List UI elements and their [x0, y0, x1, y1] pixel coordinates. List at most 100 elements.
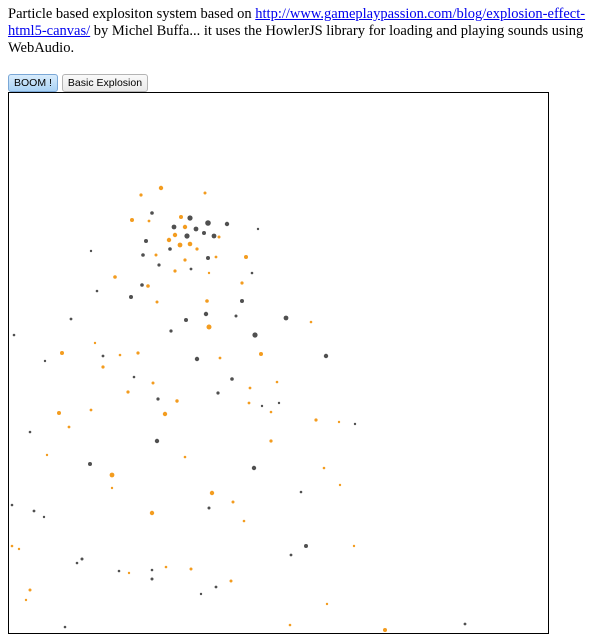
orange-particle [139, 193, 143, 197]
orange-particle [166, 237, 172, 243]
dark-particle [277, 401, 281, 405]
dark-particle [157, 263, 161, 267]
dark-particle [88, 462, 92, 466]
dark-particle [250, 271, 254, 275]
dark-particle [299, 490, 303, 494]
dark-particle [140, 283, 144, 287]
dark-particle [69, 317, 73, 321]
orange-particle [164, 565, 168, 569]
dark-particle [89, 249, 93, 253]
orange-particle [17, 547, 21, 551]
orange-particle [269, 410, 273, 414]
orange-particle [383, 628, 387, 632]
orange-particle [67, 425, 71, 429]
orange-particle [309, 320, 313, 324]
orange-particle [146, 284, 150, 288]
dark-particle [150, 568, 154, 572]
orange-particle [24, 598, 28, 602]
orange-particle [242, 519, 246, 523]
orange-particle [206, 324, 212, 330]
orange-particle [269, 439, 273, 443]
particle-layer [10, 185, 467, 632]
dark-particle [304, 544, 308, 548]
orange-particle [93, 341, 97, 345]
orange-particle [147, 219, 151, 223]
dark-particle [63, 625, 67, 629]
dark-particle [117, 569, 121, 573]
dark-particle [168, 247, 172, 251]
dark-particle [132, 375, 136, 379]
orange-particle [195, 247, 199, 251]
dark-particle [194, 356, 200, 362]
orange-particle [126, 390, 130, 394]
dark-particle [283, 315, 289, 321]
intro-text-before: Particle based explositon system based o… [8, 6, 256, 22]
orange-particle [179, 215, 183, 219]
dark-particle [353, 422, 357, 426]
dark-particle [251, 465, 257, 471]
dark-particle [80, 557, 84, 561]
dark-particle [156, 397, 160, 401]
dark-particle [193, 226, 199, 232]
orange-particle [214, 255, 218, 259]
dark-particle [32, 509, 36, 513]
orange-particle [189, 567, 193, 571]
dark-particle [202, 231, 206, 235]
orange-particle [337, 420, 341, 424]
orange-particle [136, 351, 140, 355]
orange-particle [113, 275, 117, 279]
dark-particle [463, 622, 467, 626]
boom-button[interactable]: BOOM ! [8, 74, 58, 92]
orange-particle [231, 500, 235, 504]
orange-particle [10, 544, 14, 548]
dark-particle [144, 239, 148, 243]
dark-particle [203, 311, 209, 317]
orange-particle [229, 579, 233, 583]
dark-particle [189, 267, 193, 271]
dark-particle [240, 299, 244, 303]
orange-particle [154, 253, 158, 257]
dark-particle [10, 503, 14, 507]
dark-particle [101, 354, 105, 358]
dark-particle [252, 332, 258, 338]
dark-particle [150, 577, 154, 581]
dark-particle [206, 256, 210, 260]
dark-particle [216, 391, 220, 395]
dark-particle [234, 314, 238, 318]
orange-particle [209, 490, 215, 496]
orange-particle [89, 408, 93, 412]
orange-particle [127, 571, 131, 575]
dark-particle [211, 233, 217, 239]
dark-particle [169, 329, 173, 333]
dark-particle [154, 438, 160, 444]
orange-particle [288, 623, 292, 627]
basic-explosion-button[interactable]: Basic Explosion [61, 74, 149, 92]
dark-particle [207, 506, 211, 510]
dark-particle [323, 353, 329, 359]
orange-particle [217, 235, 221, 239]
orange-particle [118, 353, 122, 357]
orange-particle [151, 381, 155, 385]
dark-particle [129, 295, 133, 299]
orange-particle [205, 299, 209, 303]
dark-particle [43, 359, 47, 363]
orange-particle [101, 365, 105, 369]
dark-particle [171, 224, 177, 230]
dark-particle [256, 227, 260, 231]
orange-particle [175, 399, 179, 403]
explosion-canvas[interactable] [8, 92, 549, 634]
dark-particle [214, 585, 218, 589]
dark-particle [42, 515, 46, 519]
orange-particle [60, 351, 64, 355]
orange-particle [352, 544, 356, 548]
orange-particle [130, 218, 134, 222]
dark-particle [224, 221, 230, 227]
dark-particle [289, 553, 293, 557]
dark-particle [12, 333, 16, 337]
dark-particle [28, 430, 32, 434]
dark-particle [260, 404, 264, 408]
orange-particle [248, 386, 252, 390]
orange-particle [338, 483, 342, 487]
intro-text-after: by Michel Buffa... it uses the HowlerJS … [8, 23, 584, 56]
orange-particle [247, 401, 251, 405]
